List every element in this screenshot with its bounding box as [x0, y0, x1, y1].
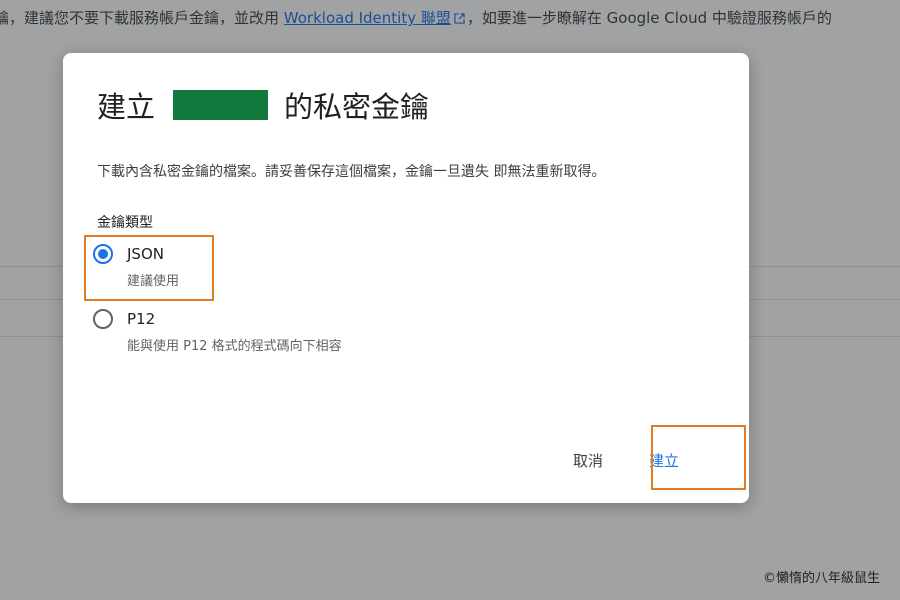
- p12-option-hint: 能與使用 P12 格式的程式碼向下相容: [127, 339, 342, 354]
- redacted-account-name: [173, 90, 269, 120]
- cancel-button[interactable]: 取消: [573, 450, 603, 471]
- create-button[interactable]: 建立: [649, 450, 679, 471]
- key-type-p12-option[interactable]: P12 能與使用 P12 格式的程式碼向下相容: [93, 309, 342, 356]
- key-type-json-option[interactable]: JSON 建議使用: [93, 244, 179, 291]
- dialog-actions: 取消 建立: [449, 423, 749, 503]
- dialog-title: 建立 的私密金鑰: [97, 85, 429, 125]
- dialog-title-suffix: 的私密金鑰: [284, 90, 430, 124]
- p12-option-label: P12: [127, 310, 156, 328]
- create-private-key-dialog: 建立 的私密金鑰 下載內含私密金鑰的檔案。請妥善保存這個檔案，金鑰一旦遺失 即無…: [63, 53, 749, 503]
- dialog-description: 下載內含私密金鑰的檔案。請妥善保存這個檔案，金鑰一旦遺失 即無法重新取得。: [97, 164, 606, 180]
- page: 鑰，建議您不要下載服務帳戶金鑰，並改用 Workload Identity 聯盟…: [0, 0, 900, 600]
- copyright-watermark: ©懶惰的八年級鼠生: [762, 571, 880, 586]
- json-option-label: JSON: [127, 245, 164, 263]
- p12-radio-button[interactable]: [93, 309, 113, 329]
- json-radio-button[interactable]: [93, 244, 113, 264]
- key-type-label: 金鑰類型: [97, 215, 153, 231]
- json-option-hint: 建議使用: [127, 274, 180, 289]
- dialog-title-prefix: 建立: [97, 90, 156, 124]
